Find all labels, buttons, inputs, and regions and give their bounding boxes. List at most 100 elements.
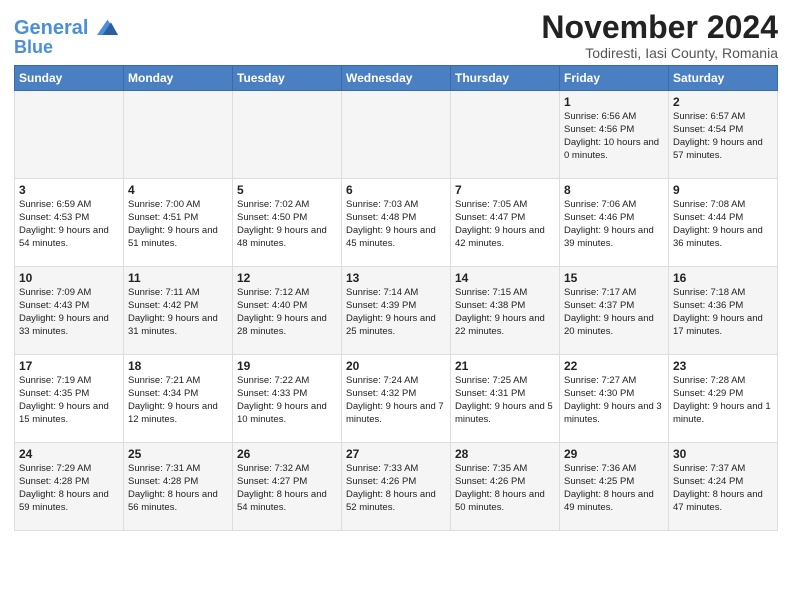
page-subtitle: Todiresti, Iasi County, Romania: [541, 45, 778, 61]
day-detail: Sunrise: 7:06 AMSunset: 4:46 PMDaylight:…: [564, 199, 654, 248]
day-number: 9: [673, 183, 773, 197]
calendar-cell: [124, 91, 233, 179]
day-number: 5: [237, 183, 337, 197]
week-row-3: 10 Sunrise: 7:09 AMSunset: 4:43 PMDaylig…: [15, 267, 778, 355]
day-detail: Sunrise: 7:12 AMSunset: 4:40 PMDaylight:…: [237, 287, 327, 336]
page-title: November 2024: [541, 10, 778, 45]
day-number: 4: [128, 183, 228, 197]
calendar-cell: 23 Sunrise: 7:28 AMSunset: 4:29 PMDaylig…: [669, 355, 778, 443]
calendar-cell: 11 Sunrise: 7:11 AMSunset: 4:42 PMDaylig…: [124, 267, 233, 355]
calendar-cell: 27 Sunrise: 7:33 AMSunset: 4:26 PMDaylig…: [342, 443, 451, 531]
day-detail: Sunrise: 7:09 AMSunset: 4:43 PMDaylight:…: [19, 287, 109, 336]
calendar-table: SundayMondayTuesdayWednesdayThursdayFrid…: [14, 65, 778, 531]
day-number: 18: [128, 359, 228, 373]
day-detail: Sunrise: 6:57 AMSunset: 4:54 PMDaylight:…: [673, 111, 763, 160]
calendar-cell: [15, 91, 124, 179]
day-number: 1: [564, 95, 664, 109]
calendar-header-row: SundayMondayTuesdayWednesdayThursdayFrid…: [15, 66, 778, 91]
calendar-cell: 30 Sunrise: 7:37 AMSunset: 4:24 PMDaylig…: [669, 443, 778, 531]
day-number: 30: [673, 447, 773, 461]
calendar-cell: 7 Sunrise: 7:05 AMSunset: 4:47 PMDayligh…: [451, 179, 560, 267]
day-number: 15: [564, 271, 664, 285]
title-block: November 2024 Todiresti, Iasi County, Ro…: [541, 10, 778, 61]
day-detail: Sunrise: 7:22 AMSunset: 4:33 PMDaylight:…: [237, 375, 327, 424]
calendar-cell: 21 Sunrise: 7:25 AMSunset: 4:31 PMDaylig…: [451, 355, 560, 443]
week-row-2: 3 Sunrise: 6:59 AMSunset: 4:53 PMDayligh…: [15, 179, 778, 267]
week-row-4: 17 Sunrise: 7:19 AMSunset: 4:35 PMDaylig…: [15, 355, 778, 443]
calendar-cell: 22 Sunrise: 7:27 AMSunset: 4:30 PMDaylig…: [560, 355, 669, 443]
calendar-cell: 4 Sunrise: 7:00 AMSunset: 4:51 PMDayligh…: [124, 179, 233, 267]
day-number: 28: [455, 447, 555, 461]
day-detail: Sunrise: 7:24 AMSunset: 4:32 PMDaylight:…: [346, 375, 444, 424]
calendar-cell: 8 Sunrise: 7:06 AMSunset: 4:46 PMDayligh…: [560, 179, 669, 267]
calendar-cell: 14 Sunrise: 7:15 AMSunset: 4:38 PMDaylig…: [451, 267, 560, 355]
day-number: 16: [673, 271, 773, 285]
day-detail: Sunrise: 7:11 AMSunset: 4:42 PMDaylight:…: [128, 287, 218, 336]
calendar-cell: [451, 91, 560, 179]
day-number: 17: [19, 359, 119, 373]
calendar-cell: 6 Sunrise: 7:03 AMSunset: 4:48 PMDayligh…: [342, 179, 451, 267]
day-detail: Sunrise: 7:28 AMSunset: 4:29 PMDaylight:…: [673, 375, 771, 424]
day-detail: Sunrise: 7:02 AMSunset: 4:50 PMDaylight:…: [237, 199, 327, 248]
day-number: 25: [128, 447, 228, 461]
day-detail: Sunrise: 7:31 AMSunset: 4:28 PMDaylight:…: [128, 463, 218, 512]
day-detail: Sunrise: 7:35 AMSunset: 4:26 PMDaylight:…: [455, 463, 545, 512]
day-number: 8: [564, 183, 664, 197]
calendar-cell: 12 Sunrise: 7:12 AMSunset: 4:40 PMDaylig…: [233, 267, 342, 355]
day-number: 22: [564, 359, 664, 373]
day-number: 12: [237, 271, 337, 285]
day-detail: Sunrise: 7:19 AMSunset: 4:35 PMDaylight:…: [19, 375, 109, 424]
day-number: 26: [237, 447, 337, 461]
day-number: 20: [346, 359, 446, 373]
day-number: 27: [346, 447, 446, 461]
day-detail: Sunrise: 7:29 AMSunset: 4:28 PMDaylight:…: [19, 463, 109, 512]
calendar-cell: 10 Sunrise: 7:09 AMSunset: 4:43 PMDaylig…: [15, 267, 124, 355]
day-detail: Sunrise: 6:59 AMSunset: 4:53 PMDaylight:…: [19, 199, 109, 248]
header-tuesday: Tuesday: [233, 66, 342, 91]
day-number: 7: [455, 183, 555, 197]
header: General Blue November 2024 Todiresti, Ia…: [14, 10, 778, 61]
logo: General Blue: [14, 14, 118, 58]
day-number: 6: [346, 183, 446, 197]
logo-icon: [90, 14, 118, 42]
calendar-cell: 19 Sunrise: 7:22 AMSunset: 4:33 PMDaylig…: [233, 355, 342, 443]
week-row-1: 1 Sunrise: 6:56 AMSunset: 4:56 PMDayligh…: [15, 91, 778, 179]
day-detail: Sunrise: 7:33 AMSunset: 4:26 PMDaylight:…: [346, 463, 436, 512]
calendar-cell: 26 Sunrise: 7:32 AMSunset: 4:27 PMDaylig…: [233, 443, 342, 531]
calendar-cell: 2 Sunrise: 6:57 AMSunset: 4:54 PMDayligh…: [669, 91, 778, 179]
calendar-cell: 28 Sunrise: 7:35 AMSunset: 4:26 PMDaylig…: [451, 443, 560, 531]
calendar-cell: [342, 91, 451, 179]
day-detail: Sunrise: 7:14 AMSunset: 4:39 PMDaylight:…: [346, 287, 436, 336]
calendar-cell: 16 Sunrise: 7:18 AMSunset: 4:36 PMDaylig…: [669, 267, 778, 355]
calendar-cell: 3 Sunrise: 6:59 AMSunset: 4:53 PMDayligh…: [15, 179, 124, 267]
day-detail: Sunrise: 7:18 AMSunset: 4:36 PMDaylight:…: [673, 287, 763, 336]
day-number: 2: [673, 95, 773, 109]
calendar-cell: 20 Sunrise: 7:24 AMSunset: 4:32 PMDaylig…: [342, 355, 451, 443]
day-detail: Sunrise: 7:00 AMSunset: 4:51 PMDaylight:…: [128, 199, 218, 248]
day-number: 24: [19, 447, 119, 461]
header-thursday: Thursday: [451, 66, 560, 91]
day-detail: Sunrise: 7:15 AMSunset: 4:38 PMDaylight:…: [455, 287, 545, 336]
header-sunday: Sunday: [15, 66, 124, 91]
day-detail: Sunrise: 7:27 AMSunset: 4:30 PMDaylight:…: [564, 375, 662, 424]
day-detail: Sunrise: 7:05 AMSunset: 4:47 PMDaylight:…: [455, 199, 545, 248]
day-number: 11: [128, 271, 228, 285]
day-detail: Sunrise: 6:56 AMSunset: 4:56 PMDaylight:…: [564, 111, 659, 160]
calendar-cell: 5 Sunrise: 7:02 AMSunset: 4:50 PMDayligh…: [233, 179, 342, 267]
logo-general: General: [14, 17, 88, 39]
calendar-cell: [233, 91, 342, 179]
week-row-5: 24 Sunrise: 7:29 AMSunset: 4:28 PMDaylig…: [15, 443, 778, 531]
calendar-cell: 29 Sunrise: 7:36 AMSunset: 4:25 PMDaylig…: [560, 443, 669, 531]
calendar-cell: 25 Sunrise: 7:31 AMSunset: 4:28 PMDaylig…: [124, 443, 233, 531]
day-number: 23: [673, 359, 773, 373]
logo-blue: Blue: [14, 37, 53, 57]
header-friday: Friday: [560, 66, 669, 91]
day-detail: Sunrise: 7:08 AMSunset: 4:44 PMDaylight:…: [673, 199, 763, 248]
day-number: 21: [455, 359, 555, 373]
day-number: 29: [564, 447, 664, 461]
day-number: 13: [346, 271, 446, 285]
calendar-cell: 17 Sunrise: 7:19 AMSunset: 4:35 PMDaylig…: [15, 355, 124, 443]
calendar-cell: 9 Sunrise: 7:08 AMSunset: 4:44 PMDayligh…: [669, 179, 778, 267]
day-detail: Sunrise: 7:36 AMSunset: 4:25 PMDaylight:…: [564, 463, 654, 512]
day-number: 3: [19, 183, 119, 197]
